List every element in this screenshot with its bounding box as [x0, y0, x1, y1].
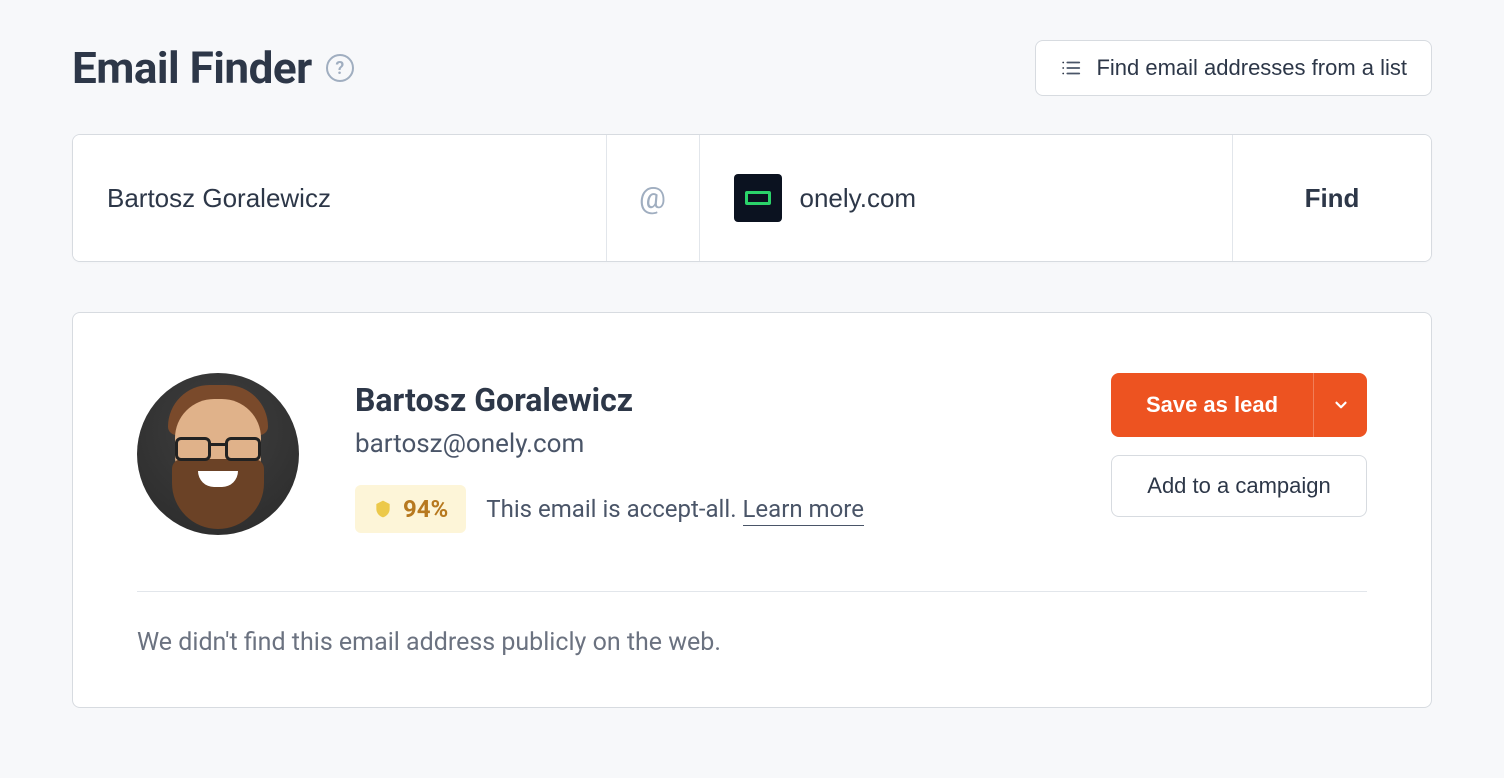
- bulk-find-label: Find email addresses from a list: [1096, 55, 1407, 81]
- save-lead-split: Save as lead: [1111, 373, 1367, 437]
- name-input[interactable]: [73, 135, 606, 261]
- domain-favicon: [734, 174, 782, 222]
- find-button[interactable]: Find: [1233, 135, 1431, 261]
- domain-input[interactable]: [800, 183, 1199, 214]
- shield-icon: [373, 498, 393, 520]
- divider: [137, 591, 1367, 592]
- not-found-text: We didn't find this email address public…: [137, 628, 1367, 657]
- result-name: Bartosz Goralewicz: [355, 381, 1055, 419]
- help-icon[interactable]: ?: [326, 54, 354, 82]
- search-bar: @ Find: [72, 134, 1432, 262]
- confidence-badge: 94%: [355, 485, 466, 533]
- save-lead-dropdown[interactable]: [1313, 373, 1367, 437]
- confidence-score: 94%: [403, 495, 448, 523]
- chevron-down-icon: [1332, 396, 1350, 414]
- bulk-find-button[interactable]: Find email addresses from a list: [1035, 40, 1432, 96]
- save-lead-button[interactable]: Save as lead: [1111, 373, 1313, 437]
- page-title: Email Finder: [72, 42, 312, 94]
- verify-text: This email is accept-all. Learn more: [486, 495, 864, 523]
- add-campaign-button[interactable]: Add to a campaign: [1111, 455, 1367, 517]
- at-symbol: @: [606, 135, 700, 261]
- result-email: bartosz@onely.com: [355, 429, 1055, 459]
- result-card: Bartosz Goralewicz bartosz@onely.com 94%…: [72, 312, 1432, 708]
- avatar: [137, 373, 299, 535]
- title-wrap: Email Finder ?: [72, 42, 354, 94]
- list-icon: [1060, 57, 1082, 79]
- domain-cell[interactable]: [700, 135, 1234, 261]
- learn-more-link[interactable]: Learn more: [743, 495, 864, 526]
